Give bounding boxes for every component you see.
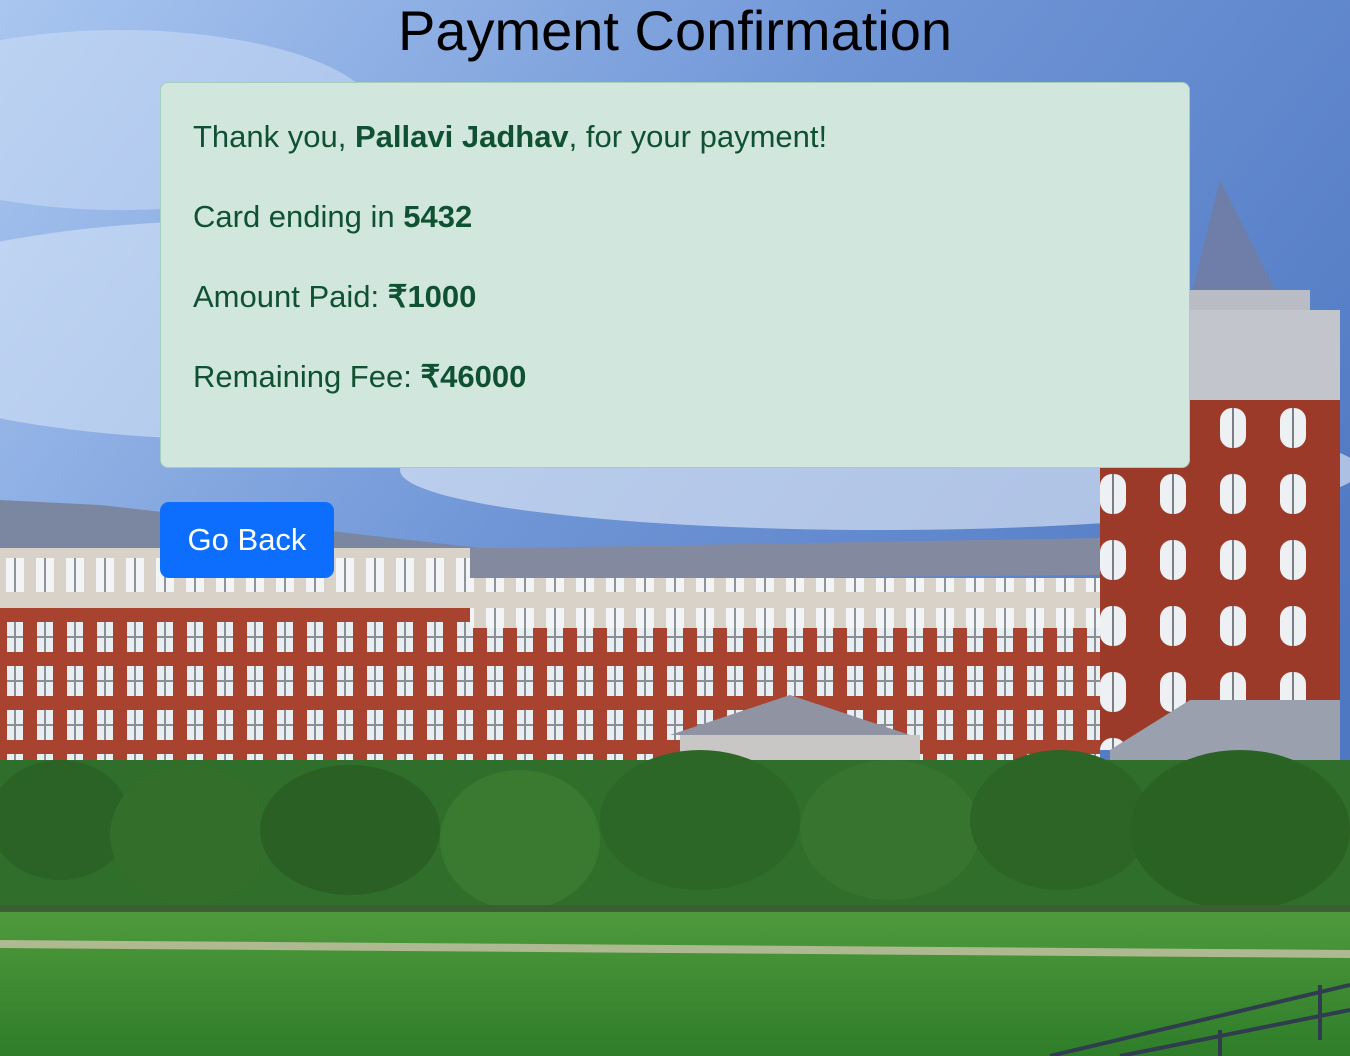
payment-confirmation-alert: Thank you, Pallavi Jadhav, for your paym… <box>160 82 1190 468</box>
thank-you-suffix: , for your payment! <box>568 119 828 154</box>
amount-paid-label: Amount Paid: <box>193 279 388 314</box>
thank-you-prefix: Thank you, <box>193 119 355 154</box>
card-last4: 5432 <box>403 199 473 234</box>
amount-paid-value: ₹1000 <box>387 279 477 314</box>
card-info: Card ending in 5432 <box>193 199 1157 235</box>
page-title: Payment Confirmation <box>397 0 952 62</box>
go-back-button[interactable]: Go Back <box>160 502 334 578</box>
remaining-fee-value: ₹46000 <box>420 359 527 394</box>
amount-paid-info: Amount Paid: ₹1000 <box>193 279 1157 315</box>
remaining-fee-label: Remaining Fee: <box>193 359 421 394</box>
thank-you-message: Thank you, Pallavi Jadhav, for your paym… <box>193 119 1157 155</box>
page: Payment Confirmation Thank you, Pallavi … <box>0 0 1350 1056</box>
card-label: Card ending in <box>193 199 404 234</box>
remaining-fee-info: Remaining Fee: ₹46000 <box>193 359 1157 395</box>
student-name: Pallavi Jadhav <box>354 119 569 154</box>
